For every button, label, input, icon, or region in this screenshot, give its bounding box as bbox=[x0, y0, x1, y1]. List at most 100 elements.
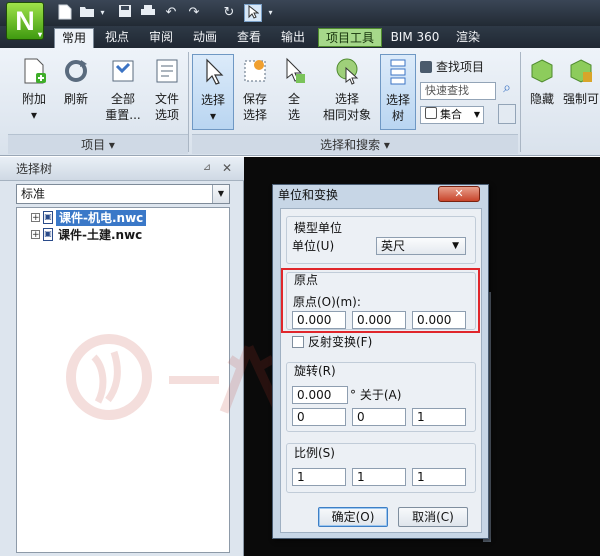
quick-find-search-icon[interactable]: ⌕ bbox=[498, 80, 516, 100]
reset-all-button[interactable]: 全部 重置... bbox=[100, 54, 146, 130]
units-select[interactable]: 英尺 ▼ bbox=[376, 237, 466, 255]
selection-tree-label-line1: 选择 bbox=[385, 93, 410, 107]
expand-icon[interactable]: + bbox=[31, 230, 40, 240]
file-options-label-line2: 选项 bbox=[154, 108, 179, 122]
tab-viewpoint[interactable]: 视点 bbox=[100, 28, 134, 47]
binoculars-icon bbox=[420, 61, 432, 73]
sets-icon bbox=[425, 107, 437, 119]
model-units-label: 模型单位 bbox=[294, 221, 343, 235]
select-same-icon bbox=[336, 58, 359, 85]
reflect-checkbox[interactable] bbox=[292, 336, 304, 348]
rotation-axis-x-input[interactable]: 0 bbox=[292, 408, 346, 426]
hide-cube-icon bbox=[531, 59, 553, 83]
refresh-label: 刷新 bbox=[63, 92, 88, 106]
save-selection-label-line2: 选择 bbox=[242, 108, 267, 122]
tree-item[interactable]: 课件-机电.nwc bbox=[56, 210, 147, 226]
highlight-annotation-box bbox=[281, 268, 480, 333]
find-items-button[interactable]: 查找项目 bbox=[420, 58, 518, 76]
require-label: 强制可 bbox=[562, 92, 599, 106]
append-button[interactable]: 附加 ▾ bbox=[14, 54, 54, 130]
tab-item-tools[interactable]: 项目工具 bbox=[318, 28, 382, 47]
file-options-button[interactable]: 文件 选项 bbox=[148, 54, 186, 130]
tab-review[interactable]: 审阅 bbox=[144, 28, 178, 47]
chevron-down-icon: ▼ bbox=[473, 110, 480, 119]
ribbon-separator bbox=[188, 52, 189, 152]
selection-tree-mode-select[interactable]: 标准 ▼ bbox=[16, 184, 230, 204]
project-group-label[interactable]: 项目 ▾ bbox=[8, 134, 188, 154]
chevron-down-icon: ▾ bbox=[37, 30, 42, 39]
quick-access-dropdown[interactable]: ▾ bbox=[98, 4, 107, 22]
reset-all-label-line1: 全部 bbox=[110, 92, 135, 106]
select-all-button[interactable]: 全 选 bbox=[276, 54, 312, 130]
tab-render[interactable]: 渲染 bbox=[450, 28, 486, 47]
reflect-label: 反射变换(F) bbox=[308, 335, 373, 349]
select-label: 选择 bbox=[200, 93, 225, 107]
print-icon[interactable] bbox=[139, 4, 157, 22]
scale-z-input[interactable]: 1 bbox=[412, 468, 466, 486]
rotation-about-label: ° 关于(A) bbox=[350, 388, 402, 402]
save-selection-icon bbox=[244, 60, 266, 82]
tree-item[interactable]: 课件-土建.nwc bbox=[58, 227, 142, 243]
pin-icon[interactable]: ⊿ bbox=[200, 162, 214, 176]
refresh-large-icon bbox=[65, 60, 87, 82]
find-items-label: 查找项目 bbox=[436, 60, 485, 74]
tab-animation[interactable]: 动画 bbox=[188, 28, 222, 47]
reset-all-label-line2: 重置... bbox=[105, 108, 141, 122]
select-all-label-line2: 选 bbox=[287, 108, 300, 122]
refresh-button[interactable]: 刷新 bbox=[56, 54, 96, 130]
tab-view[interactable]: 查看 bbox=[232, 28, 266, 47]
scale-y-input[interactable]: 1 bbox=[352, 468, 406, 486]
hide-label: 隐藏 bbox=[529, 92, 554, 106]
scale-x-input[interactable]: 1 bbox=[292, 468, 346, 486]
nwc-file-icon: ▣ bbox=[43, 228, 53, 241]
manage-sets-icon[interactable] bbox=[498, 104, 516, 124]
tab-home[interactable]: 常用 bbox=[54, 28, 94, 48]
select-same-label-line1: 选择 bbox=[334, 92, 359, 106]
selection-tree-button[interactable]: 选择 树 bbox=[380, 54, 416, 130]
sets-dropdown[interactable]: 集合 ▼ bbox=[420, 106, 484, 124]
selection-tree-icon bbox=[390, 59, 406, 85]
require-button[interactable]: 强制可 bbox=[562, 54, 600, 130]
toolbar-overflow-dropdown[interactable]: ▾ bbox=[266, 4, 275, 22]
rotation-angle-input[interactable]: 0.000 bbox=[292, 386, 348, 404]
rotation-axis-y-input[interactable]: 0 bbox=[352, 408, 406, 426]
hide-button[interactable]: 隐藏 bbox=[524, 54, 560, 130]
refresh-icon[interactable]: ↻ bbox=[220, 4, 238, 22]
require-cube-icon bbox=[570, 59, 592, 83]
redo-icon[interactable]: ↷ bbox=[185, 4, 203, 22]
select-same-button[interactable]: 选择 相同对象 bbox=[318, 54, 376, 130]
close-icon[interactable]: ✕ bbox=[220, 161, 234, 175]
tab-bim360[interactable]: BIM 360 bbox=[388, 28, 442, 47]
select-dropdown-arrow: ▾ bbox=[209, 109, 217, 123]
ribbon-separator bbox=[520, 52, 521, 152]
save-icon[interactable] bbox=[116, 4, 134, 22]
quick-find-input[interactable]: 快速查找 bbox=[420, 82, 496, 100]
file-options-label-line1: 文件 bbox=[154, 92, 179, 106]
rotation-label: 旋转(R) bbox=[294, 364, 336, 378]
expand-icon[interactable]: + bbox=[31, 213, 40, 223]
rotation-axis-z-input[interactable]: 1 bbox=[412, 408, 466, 426]
tab-output[interactable]: 输出 bbox=[276, 28, 310, 47]
application-menu-button[interactable]: N ▾ bbox=[6, 2, 44, 40]
undo-icon[interactable]: ↶ bbox=[162, 4, 180, 22]
ok-button[interactable]: 确定(O) bbox=[318, 507, 388, 527]
save-selection-label-line1: 保存 bbox=[242, 92, 267, 106]
dialog-close-button[interactable]: ✕ bbox=[438, 186, 480, 202]
selection-tree-list bbox=[16, 207, 230, 553]
file-options-icon bbox=[156, 59, 178, 83]
select-button[interactable]: 选择 ▾ bbox=[192, 54, 234, 130]
new-file-icon[interactable] bbox=[56, 4, 74, 22]
chevron-down-icon: ▼ bbox=[452, 241, 459, 251]
reset-all-icon bbox=[112, 60, 134, 82]
cancel-button[interactable]: 取消(C) bbox=[398, 507, 468, 527]
save-selection-button[interactable]: 保存 选择 bbox=[236, 54, 274, 130]
append-label: 附加 bbox=[21, 92, 46, 106]
append-icon bbox=[24, 58, 46, 84]
open-folder-icon[interactable] bbox=[78, 4, 96, 22]
scale-label: 比例(S) bbox=[294, 446, 335, 460]
select-search-group-label[interactable]: 选择和搜索 ▾ bbox=[192, 134, 518, 154]
select-cursor-icon[interactable] bbox=[244, 4, 262, 22]
select-all-icon bbox=[286, 57, 305, 83]
nwc-file-icon: ▣ bbox=[43, 211, 53, 224]
units-label: 单位(U) bbox=[292, 239, 335, 253]
